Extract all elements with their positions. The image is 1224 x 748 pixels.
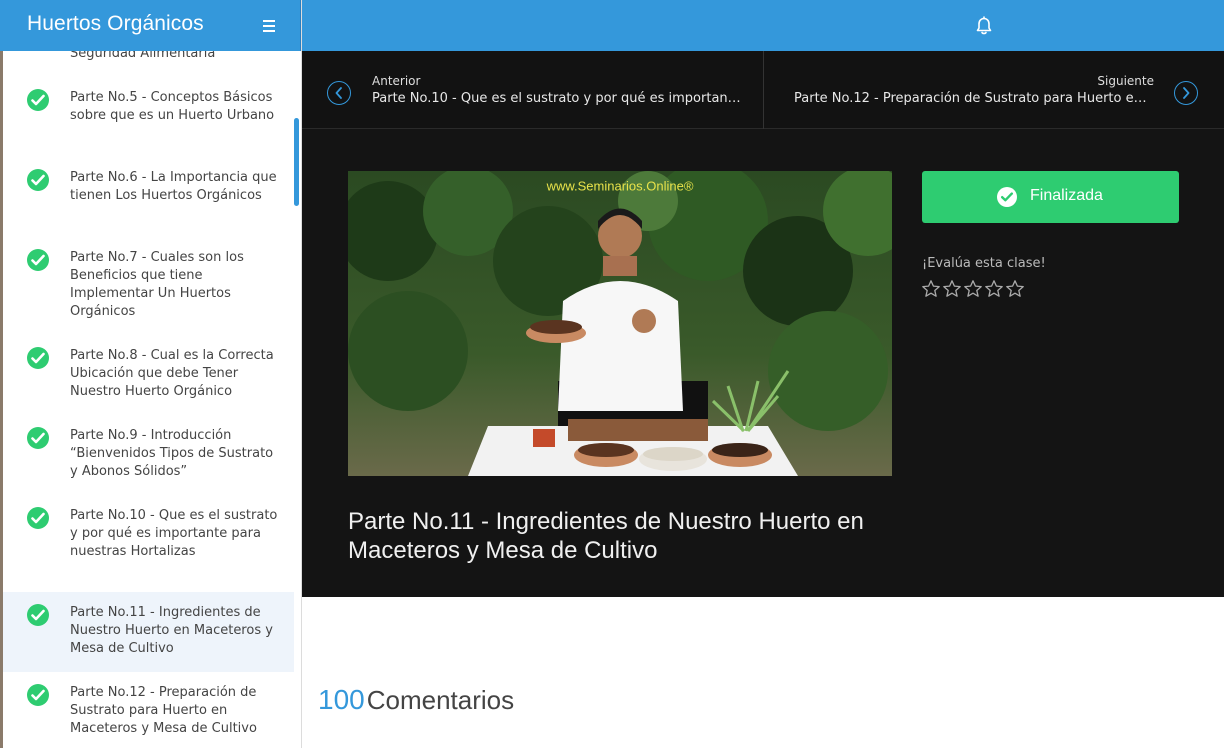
- lesson-panel: www.Seminarios.Online® Parte No.11 - Ing…: [302, 129, 1224, 597]
- star-icon[interactable]: [984, 279, 1005, 299]
- lesson-item-partial[interactable]: Seguridad Alimentaria: [70, 51, 215, 63]
- check-circle-icon: [27, 507, 49, 529]
- check-circle-icon: [27, 347, 49, 369]
- star-icon[interactable]: [1005, 279, 1026, 299]
- completed-button[interactable]: Finalizada: [922, 171, 1179, 223]
- lesson-label: Parte No.12 - Preparación de Sustrato pa…: [70, 685, 257, 736]
- lesson-label: Parte No.9 - Introducción “Bienvenidos T…: [70, 428, 274, 479]
- next-label: Siguiente: [1097, 74, 1154, 88]
- check-circle-icon: [997, 187, 1017, 207]
- sidebar: Huertos Orgánicos Seguridad Alimentaria …: [0, 0, 302, 748]
- check-circle-icon: [27, 604, 49, 626]
- video-frame: www.Seminarios.Online®: [348, 171, 892, 476]
- check-circle-icon: [27, 684, 49, 706]
- lesson-item-10[interactable]: Parte No.10 - Que es el sustrato y por q…: [3, 499, 294, 592]
- prev-lesson-link[interactable]: Parte No.10 - Que es el sustrato y por q…: [372, 91, 742, 106]
- rate-label: ¡Evalúa esta clase!: [922, 256, 1046, 271]
- star-icon[interactable]: [942, 279, 963, 299]
- app-root: Huertos Orgánicos Seguridad Alimentaria …: [0, 0, 1224, 748]
- check-circle-icon: [27, 249, 49, 271]
- brand-title[interactable]: Huertos Orgánicos: [27, 12, 204, 36]
- lesson-item-11-active[interactable]: Parte No.11 - Ingredientes de Nuestro Hu…: [3, 592, 294, 672]
- prev-label: Anterior: [372, 74, 421, 88]
- chevron-left-icon[interactable]: [327, 81, 351, 105]
- completed-label: Finalizada: [1030, 187, 1103, 204]
- lesson-label: Parte No.6 - La Importancia que tienen L…: [70, 170, 277, 203]
- star-rating: [921, 279, 1026, 299]
- lesson-item-6[interactable]: Parte No.6 - La Importancia que tienen L…: [3, 161, 294, 241]
- lesson-label: Parte No.8 - Cual es la Correcta Ubicaci…: [70, 348, 274, 399]
- star-icon[interactable]: [921, 279, 942, 299]
- lesson-list: Seguridad Alimentaria Parte No.5 - Conce…: [3, 51, 301, 748]
- video-player[interactable]: www.Seminarios.Online®: [348, 171, 892, 476]
- hamburger-menu-icon[interactable]: [258, 15, 280, 37]
- chevron-right-icon[interactable]: [1174, 81, 1198, 105]
- lesson-item-8[interactable]: Parte No.8 - Cual es la Correcta Ubicaci…: [3, 339, 294, 419]
- video-watermark: www.Seminarios.Online®: [546, 179, 694, 194]
- star-icon[interactable]: [963, 279, 984, 299]
- sidebar-scrollbar[interactable]: [294, 118, 299, 206]
- nav-divider: [763, 51, 764, 129]
- lesson-item-12[interactable]: Parte No.12 - Preparación de Sustrato pa…: [3, 672, 294, 748]
- lesson-item-9[interactable]: Parte No.9 - Introducción “Bienvenidos T…: [3, 419, 294, 499]
- comments-label: Comentarios: [366, 685, 515, 715]
- next-lesson-link[interactable]: Parte No.12 - Preparación de Sustrato pa…: [794, 91, 1154, 106]
- comments-count: 100: [318, 684, 365, 715]
- comments-header: 100Comentarios: [318, 684, 514, 716]
- lesson-nav-bar: Anterior Parte No.10 - Que es el sustrat…: [302, 51, 1224, 129]
- bell-icon[interactable]: [973, 15, 995, 37]
- sidebar-header: Huertos Orgánicos: [0, 0, 301, 51]
- lesson-item-5[interactable]: Parte No.5 - Conceptos Básicos sobre que…: [3, 81, 294, 161]
- top-bar: [302, 0, 1224, 51]
- lesson-item-7[interactable]: Parte No.7 - Cuales son los Beneficios q…: [3, 241, 294, 339]
- lesson-label: Parte No.5 - Conceptos Básicos sobre que…: [70, 90, 275, 123]
- lesson-label: Parte No.10 - Que es el sustrato y por q…: [70, 508, 278, 559]
- check-circle-icon: [27, 169, 49, 191]
- lesson-label: Parte No.7 - Cuales son los Beneficios q…: [70, 250, 244, 319]
- lesson-label: Parte No.11 - Ingredientes de Nuestro Hu…: [70, 605, 273, 656]
- lesson-title: Parte No.11 - Ingredientes de Nuestro Hu…: [348, 508, 864, 564]
- check-circle-icon: [27, 89, 49, 111]
- check-circle-icon: [27, 427, 49, 449]
